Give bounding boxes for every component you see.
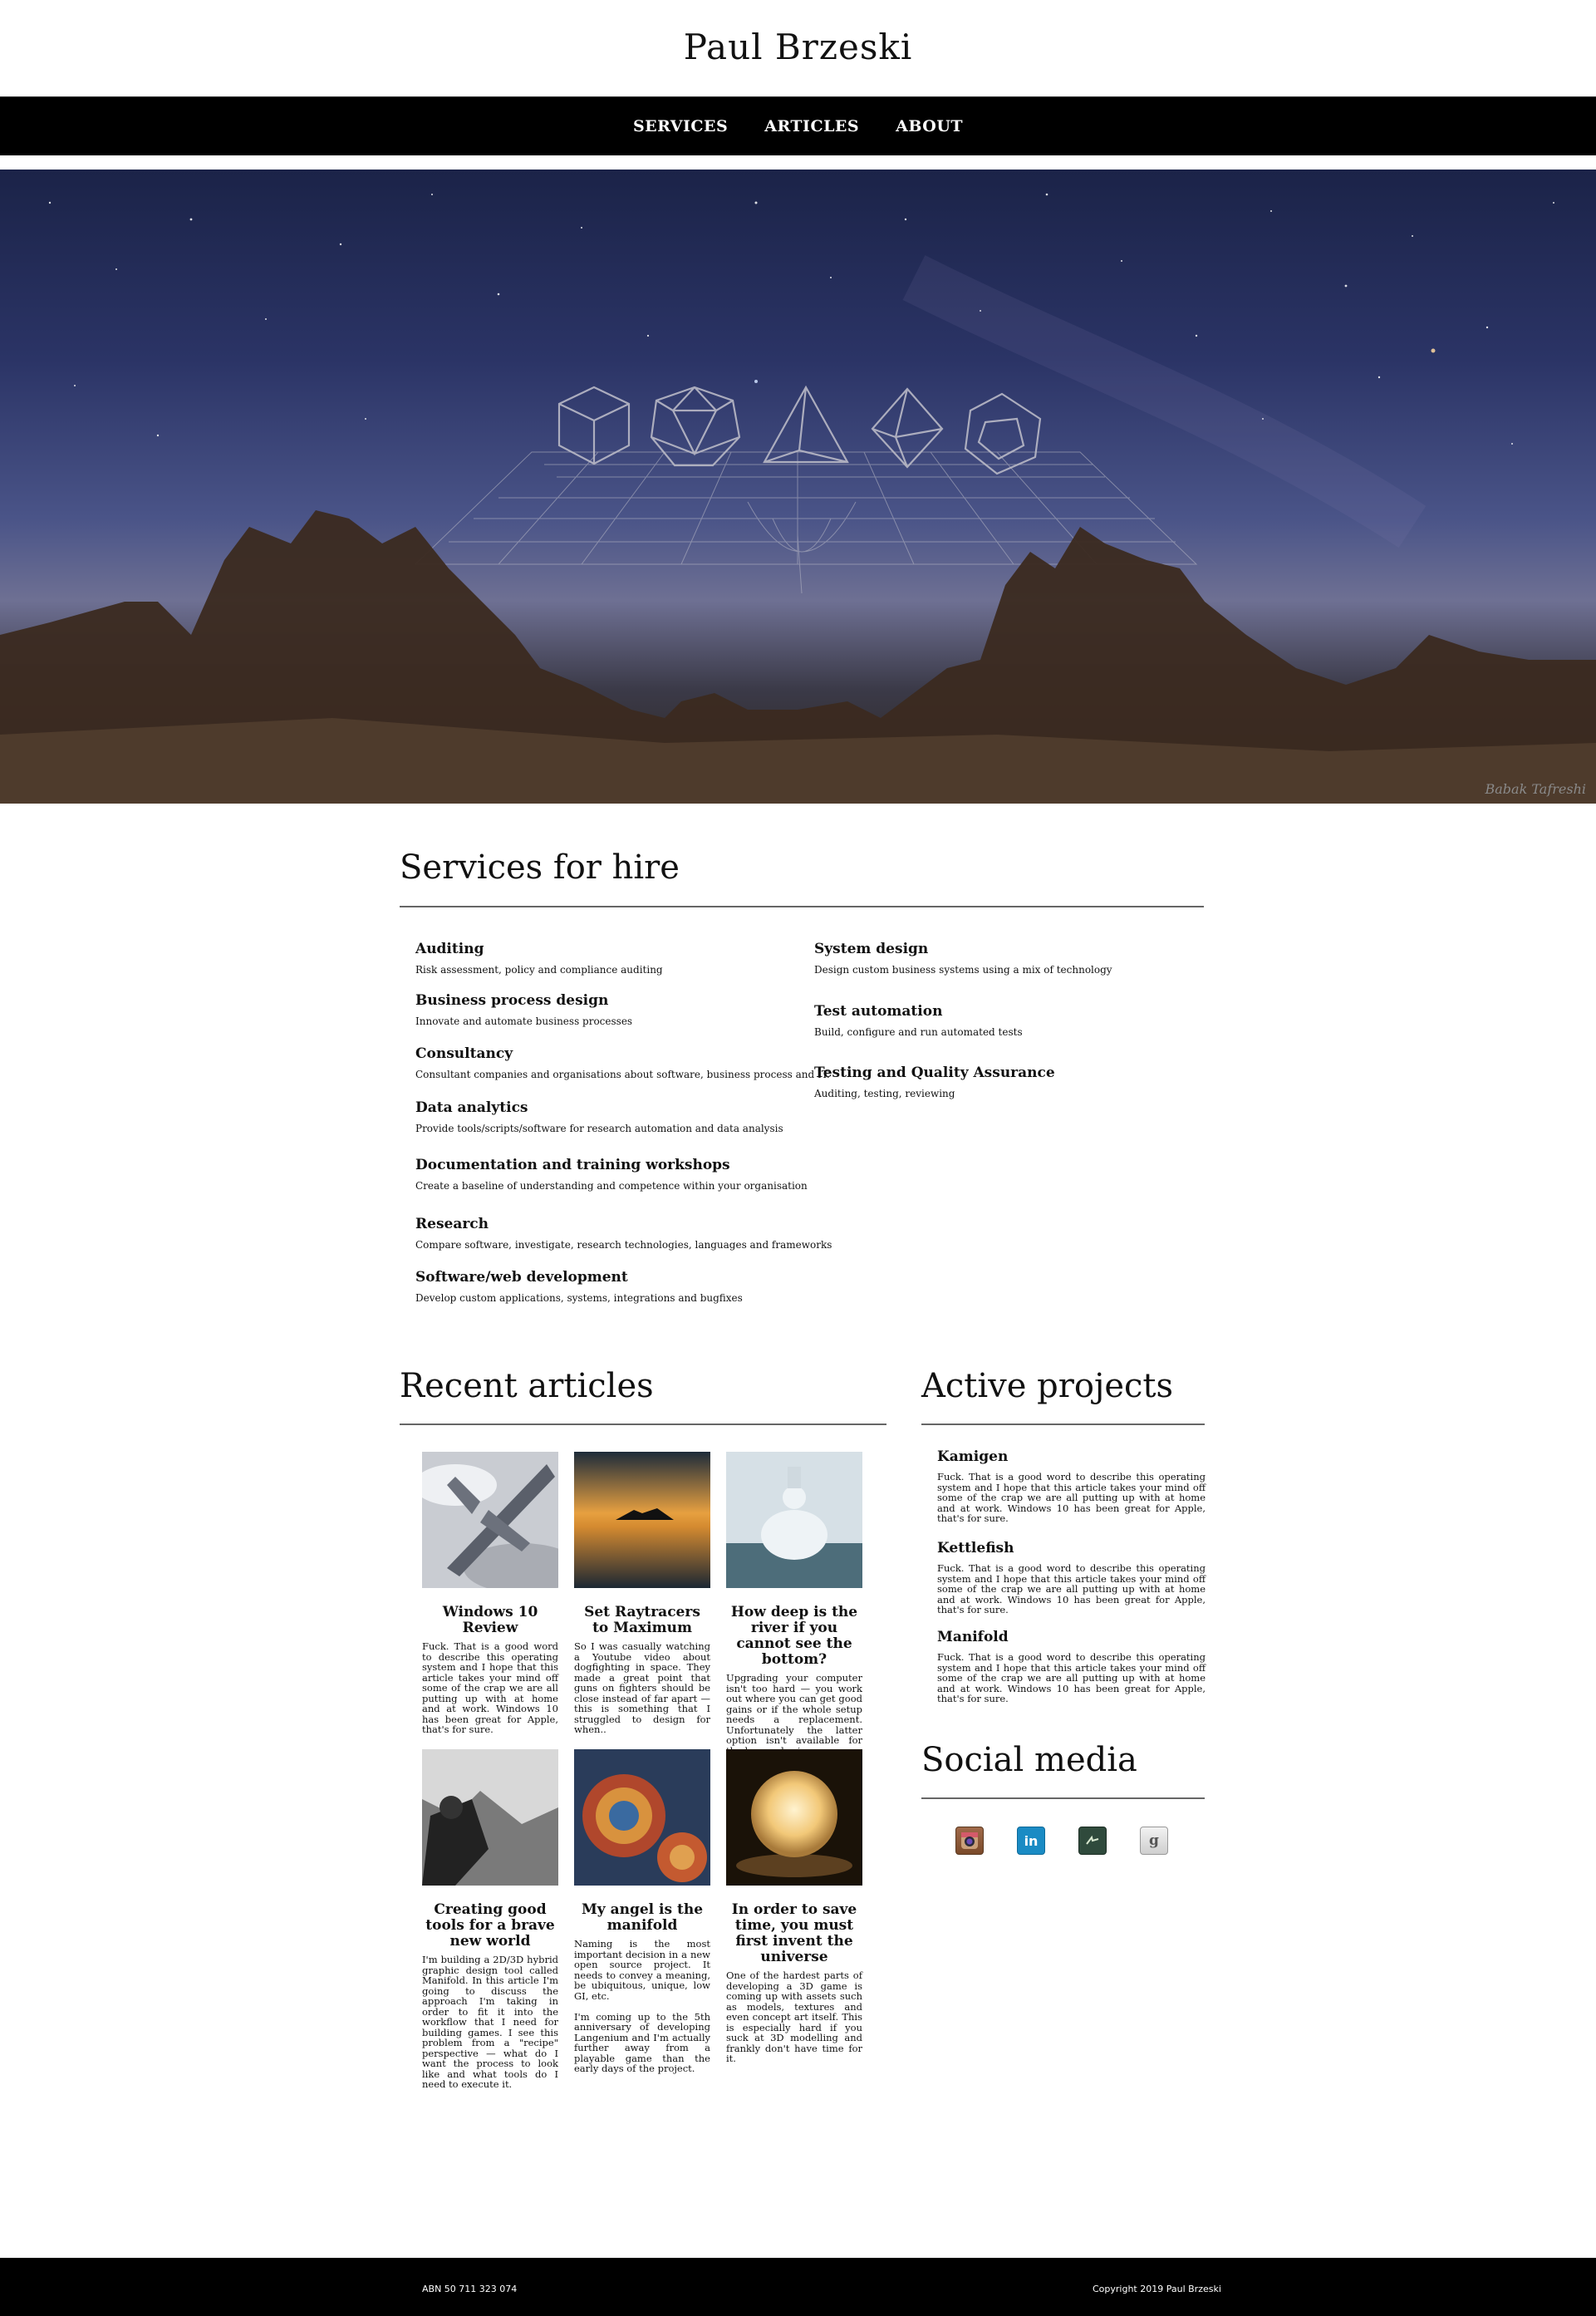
article-thumbnail[interactable]	[726, 1749, 862, 1886]
footer-copyright: Copyright 2019 Paul Brzeski	[1093, 2284, 1221, 2294]
service-desc: Provide tools/scripts/software for resea…	[415, 1123, 783, 1134]
service-item: Documentation and training workshops Cre…	[415, 1157, 808, 1192]
article-title[interactable]: Set Raytracers to Maximum	[574, 1605, 710, 1636]
service-item: System design Design custom business sys…	[814, 941, 1112, 976]
project-title[interactable]: Kamigen	[937, 1448, 1206, 1465]
services-heading: Services for hire	[400, 848, 680, 887]
project-desc: Fuck. That is a good word to describe th…	[937, 1651, 1206, 1704]
footer: ABN 50 711 323 074 Copyright 2019 Paul B…	[0, 2258, 1596, 2316]
service-desc: Risk assessment, policy and compliance a…	[415, 964, 663, 976]
service-item: Auditing Risk assessment, policy and com…	[415, 941, 663, 976]
article-excerpt: Fuck. That is a good word to describe th…	[422, 1640, 558, 1735]
articles-divider	[400, 1424, 886, 1425]
service-title: Research	[415, 1216, 489, 1232]
nav-about[interactable]: ABOUT	[896, 117, 963, 135]
service-item: Software/web development Develop custom …	[415, 1269, 743, 1304]
article-card[interactable]: My angel is the manifold Naming is the m…	[574, 1749, 710, 2074]
article-excerpt: Naming is the most important decision in…	[574, 1938, 710, 2074]
projects-heading: Active projects	[921, 1367, 1174, 1405]
article-title[interactable]: In order to save time, you must first in…	[726, 1902, 862, 1965]
article-excerpt: So I was casually watching a Youtube vid…	[574, 1640, 710, 1735]
article-title[interactable]: How deep is the river if you cannot see …	[726, 1605, 862, 1668]
service-title: Business process design	[415, 992, 609, 1009]
service-title: Testing and Quality Assurance	[814, 1065, 1055, 1081]
article-thumbnail[interactable]	[422, 1452, 558, 1588]
main-nav: SERVICES ARTICLES ABOUT	[0, 96, 1596, 155]
photo-credit: Babak Tafreshi	[1485, 781, 1587, 797]
article-excerpt: I'm building a 2D/3D hybrid graphic desi…	[422, 1954, 558, 2090]
hero-banner: Babak Tafreshi	[0, 170, 1596, 804]
service-desc: Develop custom applications, systems, in…	[415, 1292, 743, 1304]
article-thumbnail[interactable]	[726, 1452, 862, 1588]
google-icon[interactable]: g	[1140, 1827, 1168, 1855]
project-desc: Fuck. That is a good word to describe th…	[937, 1562, 1206, 1615]
deviantart-glyph	[1086, 1835, 1099, 1845]
service-item: Data analytics Provide tools/scripts/sof…	[415, 1099, 783, 1134]
article-title[interactable]: Windows 10 Review	[422, 1605, 558, 1636]
article-card[interactable]: How deep is the river if you cannot see …	[726, 1452, 862, 1756]
service-desc: Compare software, investigate, research …	[415, 1239, 832, 1251]
instagram-glyph	[961, 1832, 978, 1849]
service-desc: Consultant companies and organisations a…	[415, 1069, 830, 1080]
service-title: Consultancy	[415, 1045, 513, 1062]
service-item: Consultancy Consultant companies and org…	[415, 1045, 830, 1080]
nav-services[interactable]: SERVICES	[633, 117, 728, 135]
linkedin-icon[interactable]: in	[1017, 1827, 1045, 1855]
article-thumbnail[interactable]	[574, 1749, 710, 1886]
service-title: Auditing	[415, 941, 484, 957]
service-item: Research Compare software, investigate, …	[415, 1216, 832, 1251]
service-desc: Build, configure and run automated tests	[814, 1026, 1023, 1038]
service-title: Software/web development	[415, 1269, 628, 1286]
service-title: Test automation	[814, 1003, 943, 1020]
instagram-icon[interactable]	[955, 1827, 984, 1855]
article-thumbnail[interactable]	[422, 1749, 558, 1886]
project-item: Manifold Fuck. That is a good word to de…	[937, 1629, 1206, 1704]
article-title[interactable]: My angel is the manifold	[574, 1902, 710, 1934]
article-excerpt: One of the hardest parts of developing a…	[726, 1969, 862, 2064]
nav-articles[interactable]: ARTICLES	[764, 117, 859, 135]
service-item: Test automation Build, configure and run…	[814, 1003, 1023, 1038]
service-desc: Innovate and automate business processes	[415, 1015, 633, 1027]
services-divider	[400, 906, 1204, 907]
projects-divider	[921, 1424, 1205, 1425]
article-card[interactable]: Windows 10 Review Fuck. That is a good w…	[422, 1452, 558, 1735]
site-title[interactable]: Paul Brzeski	[0, 27, 1596, 67]
hero-illustration	[0, 193, 1596, 804]
service-item: Testing and Quality Assurance Auditing, …	[814, 1065, 1055, 1099]
project-title[interactable]: Manifold	[937, 1629, 1206, 1645]
article-excerpt: Upgrading your computer isn't too hard —…	[726, 1672, 862, 1756]
service-desc: Auditing, testing, reviewing	[814, 1088, 955, 1099]
social-heading: Social media	[921, 1741, 1137, 1779]
project-item: Kamigen Fuck. That is a good word to des…	[937, 1448, 1206, 1524]
social-divider	[921, 1797, 1205, 1799]
service-desc: Design custom business systems using a m…	[814, 964, 1112, 976]
service-item: Business process design Innovate and aut…	[415, 992, 632, 1027]
service-title: System design	[814, 941, 929, 957]
article-thumbnail[interactable]	[574, 1452, 710, 1588]
service-desc: Create a baseline of understanding and c…	[415, 1180, 808, 1192]
deviantart-icon[interactable]	[1078, 1827, 1107, 1855]
project-desc: Fuck. That is a good word to describe th…	[937, 1471, 1206, 1524]
article-title[interactable]: Creating good tools for a brave new worl…	[422, 1902, 558, 1950]
service-title: Documentation and training workshops	[415, 1157, 730, 1173]
footer-abn: ABN 50 711 323 074	[422, 2284, 518, 2294]
project-item: Kettlefish Fuck. That is a good word to …	[937, 1540, 1206, 1615]
article-card[interactable]: In order to save time, you must first in…	[726, 1749, 862, 2064]
service-title: Data analytics	[415, 1099, 528, 1116]
articles-heading: Recent articles	[400, 1367, 654, 1405]
article-card[interactable]: Set Raytracers to Maximum So I was casua…	[574, 1452, 710, 1735]
article-card[interactable]: Creating good tools for a brave new worl…	[422, 1749, 558, 2090]
project-title[interactable]: Kettlefish	[937, 1540, 1206, 1556]
